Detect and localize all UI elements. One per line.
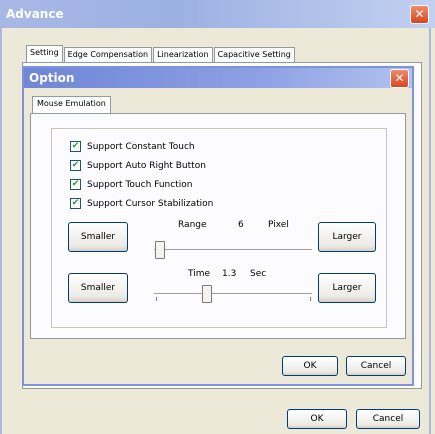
option-cancel-button[interactable]: Cancel (346, 356, 406, 376)
advance-title-bar: Advance ✕ (0, 0, 435, 28)
touch-function-option[interactable]: ✔ Support Touch Function (70, 179, 192, 190)
cursor-stabilization-checkbox[interactable]: ✔ (70, 198, 81, 209)
window-title: Advance (6, 7, 64, 21)
tab-mouse-emulation[interactable]: Mouse Emulation (32, 96, 111, 113)
option-ok-button[interactable]: OK (282, 356, 338, 376)
constant-touch-label: Support Constant Touch (87, 141, 195, 152)
touch-function-checkbox[interactable]: ✔ (70, 179, 81, 190)
time-slider-track[interactable] (154, 293, 312, 295)
time-tick-end (310, 297, 311, 301)
touch-function-label: Support Touch Function (87, 179, 193, 190)
time-tick-start (156, 297, 157, 301)
outer-ok-button[interactable]: OK (287, 409, 347, 429)
range-label: Range (178, 220, 207, 230)
options-group-box: ✔ Support Constant Touch ✔ Support Auto … (51, 128, 387, 328)
range-larger-button[interactable]: Larger (318, 222, 376, 252)
range-value: 6 (238, 220, 244, 230)
constant-touch-option[interactable]: ✔ Support Constant Touch (70, 141, 195, 152)
cursor-stabilization-label: Support Cursor Stabilization (87, 198, 214, 209)
option-title-bar: Option ✕ (24, 68, 412, 88)
mouse-emulation-panel: ✔ Support Constant Touch ✔ Support Auto … (30, 113, 406, 339)
range-unit: Pixel (268, 220, 289, 230)
option-title: Option (29, 71, 75, 85)
outer-cancel-button[interactable]: Cancel (356, 409, 420, 429)
auto-right-button-label: Support Auto Right Button (87, 160, 206, 171)
option-close-icon[interactable]: ✕ (390, 69, 409, 88)
time-unit: Sec (250, 269, 267, 279)
time-smaller-button[interactable]: Smaller (68, 273, 128, 303)
tab-setting[interactable]: Setting (26, 45, 63, 63)
time-slider-thumb[interactable] (202, 285, 212, 303)
range-slider-thumb[interactable] (155, 241, 165, 259)
time-larger-button[interactable]: Larger (318, 273, 376, 303)
time-label: Time (188, 269, 211, 279)
auto-right-button-option[interactable]: ✔ Support Auto Right Button (70, 160, 206, 171)
option-dialog: Option ✕ Mouse Emulation ✔ Support Const… (22, 66, 414, 386)
constant-touch-checkbox[interactable]: ✔ (70, 141, 81, 152)
time-value: 1.3 (222, 269, 237, 279)
outer-close-icon[interactable]: ✕ (410, 5, 429, 24)
auto-right-button-checkbox[interactable]: ✔ (70, 160, 81, 171)
cursor-stabilization-option[interactable]: ✔ Support Cursor Stabilization (70, 198, 213, 209)
range-slider-track[interactable] (154, 249, 312, 251)
range-smaller-button[interactable]: Smaller (68, 222, 128, 252)
